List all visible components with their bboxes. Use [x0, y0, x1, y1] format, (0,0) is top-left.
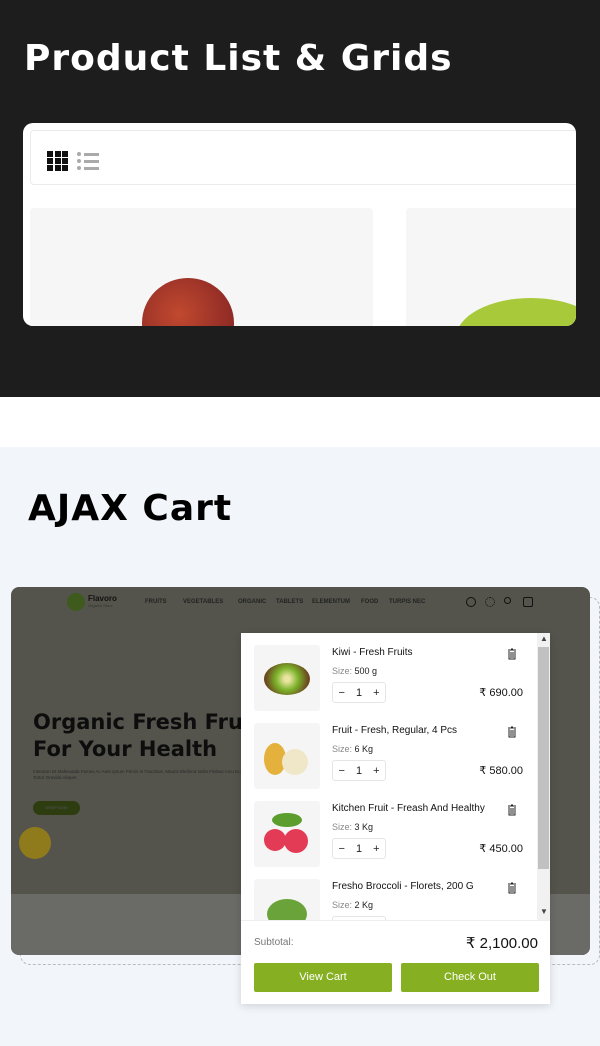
trash-icon[interactable]: [507, 882, 517, 894]
view-toolbar: [30, 130, 576, 185]
trash-icon[interactable]: [507, 804, 517, 816]
lemon-image: [19, 827, 51, 859]
trash-icon[interactable]: [507, 648, 517, 660]
item-size: Size: 500 g: [332, 666, 378, 676]
brand-subtitle: Organic Store: [88, 603, 113, 608]
user-icon[interactable]: [504, 597, 511, 604]
view-cart-button[interactable]: View Cart: [254, 963, 392, 992]
checkout-button[interactable]: Check Out: [401, 963, 539, 992]
cart-item: Fruit - Fresh, Regular, 4 Pcs Size: 6 Kg…: [254, 723, 524, 801]
section-title: Product List & Grids: [24, 38, 453, 79]
apple-image: [456, 298, 576, 326]
list-view-icon[interactable]: [77, 151, 101, 171]
plus-icon[interactable]: +: [373, 687, 379, 699]
nav-turpis-nec[interactable]: TURPIS NEC: [389, 599, 425, 605]
nav-food[interactable]: FOOD: [361, 599, 378, 605]
nav-tablets[interactable]: TABLETS: [276, 599, 303, 605]
scroll-down-icon[interactable]: ▼: [540, 907, 548, 916]
item-size: Size: 3 Kg: [332, 822, 374, 832]
section-title: AJAX Cart: [28, 488, 233, 529]
item-name[interactable]: Fruit - Fresh, Regular, 4 Pcs: [332, 725, 457, 736]
cart-item-list: Kiwi - Fresh Fruits Size: 500 g −1 + ₹ 69…: [241, 633, 537, 921]
item-price: ₹ 690.00: [479, 687, 523, 699]
logo-icon: [67, 593, 85, 611]
product-thumbnail[interactable]: [254, 723, 320, 789]
item-name[interactable]: Kitchen Fruit - Freash And Healthy: [332, 803, 485, 814]
plus-icon[interactable]: +: [373, 765, 379, 777]
nav-fruits[interactable]: FRUITS: [145, 599, 167, 605]
cart-footer: Subtotal: ₹ 2,100.00 View Cart Check Out: [241, 920, 550, 1004]
trash-icon[interactable]: [507, 726, 517, 738]
search-icon[interactable]: [466, 597, 476, 607]
gear-icon[interactable]: [485, 597, 495, 607]
item-price: ₹ 580.00: [479, 765, 523, 777]
minus-icon[interactable]: −: [339, 843, 345, 855]
product-card[interactable]: [30, 208, 373, 326]
item-name[interactable]: Fresho Broccoli - Florets, 200 G: [332, 881, 474, 892]
quantity-stepper[interactable]: −1 +: [332, 838, 386, 859]
product-thumbnail[interactable]: [254, 801, 320, 867]
minus-icon[interactable]: −: [339, 687, 345, 699]
product-thumbnail[interactable]: [254, 879, 320, 921]
item-size: Size: 6 Kg: [332, 744, 374, 754]
ajax-cart-panel: Kiwi - Fresh Fruits Size: 500 g −1 + ₹ 69…: [241, 633, 550, 1004]
minus-icon[interactable]: −: [339, 765, 345, 777]
nav-elementum[interactable]: ELEMENTUM: [312, 599, 350, 605]
nav-vegetables[interactable]: VEGETABLES: [183, 599, 223, 605]
subtotal-label: Subtotal:: [254, 937, 294, 948]
brand-name: Flavoro: [88, 594, 117, 603]
scroll-up-icon[interactable]: ▲: [540, 634, 548, 643]
cart-item: Kitchen Fruit - Freash And Healthy Size:…: [254, 801, 524, 879]
item-price: ₹ 450.00: [479, 843, 523, 855]
hero-text: Interdum Et Malesuada Fames Ac Ante Ipsu…: [33, 769, 241, 780]
product-grid-preview: [23, 123, 576, 326]
peach-image: [142, 278, 234, 326]
item-name[interactable]: Kiwi - Fresh Fruits: [332, 647, 413, 658]
hero-title: Organic Fresh Fruits For Your Health: [33, 710, 273, 761]
shop-now-button[interactable]: SHOP NOW: [33, 801, 80, 815]
item-size: Size: 2 Kg: [332, 900, 374, 910]
cart-icon[interactable]: [523, 597, 533, 607]
nav-organic[interactable]: ORGANIC: [238, 599, 266, 605]
cart-item: Kiwi - Fresh Fruits Size: 500 g −1 + ₹ 69…: [254, 645, 524, 723]
scrollbar-thumb[interactable]: [538, 647, 549, 869]
plus-icon[interactable]: +: [373, 843, 379, 855]
grid-view-icon[interactable]: [47, 151, 68, 171]
subtotal-value: ₹ 2,100.00: [465, 935, 538, 952]
product-card[interactable]: [406, 208, 576, 326]
cart-item: Fresho Broccoli - Florets, 200 G Size: 2…: [254, 879, 524, 921]
quantity-stepper[interactable]: −1 +: [332, 760, 386, 781]
product-thumbnail[interactable]: [254, 645, 320, 711]
quantity-stepper[interactable]: −1 +: [332, 682, 386, 703]
